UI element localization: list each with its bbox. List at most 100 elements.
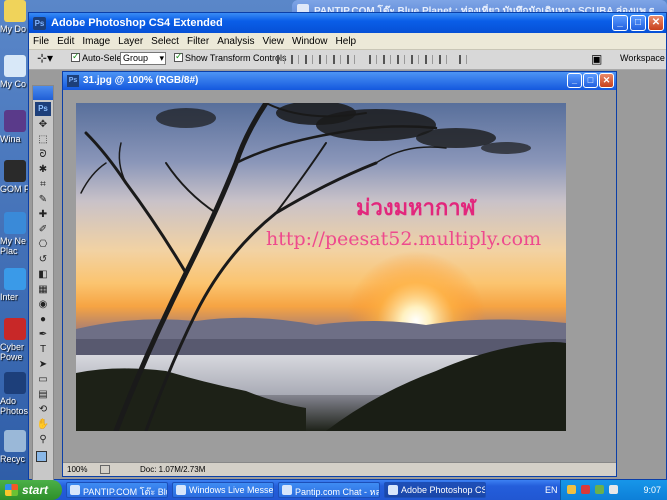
photoshop-titlebar[interactable]: Ps Adobe Photoshop CS4 Extended _ □ ✕ [29, 13, 666, 33]
messenger-tray-icon[interactable] [567, 485, 576, 494]
image-canvas[interactable]: ม่วงมหากาฬ http://peesat52.multiply.com [76, 103, 566, 431]
workspace-switcher-icon[interactable]: ▣ [591, 52, 602, 66]
taskbar-app-icon [388, 485, 398, 495]
dodge-tool-icon[interactable]: ● [36, 314, 50, 326]
document-titlebar[interactable]: Ps 31.jpg @ 100% (RGB/8#) _ □ ✕ [63, 72, 616, 90]
marquee-tool-icon[interactable]: ⬚ [36, 134, 50, 146]
desktop-icon-glyph [4, 318, 26, 340]
desktop-icon[interactable]: Inter [0, 268, 30, 302]
gradient-tool-icon[interactable]: ▦ [36, 284, 50, 296]
eyedropper-tool-icon[interactable]: ✎ [36, 194, 50, 206]
far-mountain-ridge [76, 317, 566, 339]
sunrise-photo: ม่วงมหากาฬ http://peesat52.multiply.com [76, 103, 566, 431]
document-close-button[interactable]: ✕ [599, 73, 614, 88]
desktop-icon[interactable]: Recyc [0, 430, 30, 464]
tree-foliage [156, 103, 531, 154]
desktop-icon-label: Recyc [0, 454, 26, 464]
document-minimize-button[interactable]: _ [567, 73, 582, 88]
pen-tool-icon[interactable]: ✒ [36, 329, 50, 341]
desktop-icon[interactable]: My Co [0, 55, 30, 89]
brush-tool-icon[interactable]: ✐ [36, 224, 50, 236]
menu-select[interactable]: Select [147, 33, 183, 47]
taskbar-app-icon [282, 485, 292, 495]
align-left-icon[interactable] [319, 55, 327, 64]
taskbar-button[interactable]: Adobe Photoshop CS... [384, 482, 486, 498]
taskbar-button[interactable]: Pantip.com Chat - หล... [278, 482, 380, 498]
desktop-icon[interactable]: My Ne Plac [0, 212, 30, 256]
align-center-icon[interactable] [333, 55, 341, 64]
desktop-icon[interactable]: Ado Photosh [0, 372, 34, 416]
clock[interactable]: 9:07 [643, 485, 661, 495]
maximize-button[interactable]: □ [630, 15, 646, 31]
clone-stamp-tool-icon[interactable]: ⎔ [36, 239, 50, 251]
path-selection-tool-icon[interactable]: ➤ [36, 359, 50, 371]
workspace-button[interactable]: Workspace ▾ [620, 53, 667, 64]
desktop-icon-glyph [4, 160, 26, 182]
desktop-icon[interactable]: Cyber Powe [0, 318, 30, 362]
align-middle-icon[interactable] [291, 55, 299, 64]
menu-edit[interactable]: Edit [53, 33, 78, 47]
status-menu-icon[interactable] [100, 465, 110, 474]
distribute-bottom-icon[interactable] [397, 55, 405, 64]
auto-align-icon[interactable] [459, 55, 467, 64]
tools-panel-header[interactable] [33, 86, 53, 100]
document-size-info[interactable]: Doc: 1.07M/2.73M [140, 465, 205, 474]
zoom-level[interactable]: 100% [67, 465, 87, 474]
start-label: start [22, 483, 49, 497]
distribute-center-icon[interactable] [425, 55, 433, 64]
menu-bar: File Edit Image Layer Select Filter Analysis Vi… [29, 33, 666, 50]
menu-analysis[interactable]: Analysis [213, 33, 258, 47]
desktop-icon[interactable]: Wina [0, 110, 30, 144]
history-brush-tool-icon[interactable]: ↺ [36, 254, 50, 266]
distribute-middle-icon[interactable] [383, 55, 391, 64]
shape-tool-icon[interactable]: ▭ [36, 374, 50, 386]
type-tool-icon[interactable]: T [36, 344, 50, 356]
distribute-left-icon[interactable] [411, 55, 419, 64]
desktop-icon-label: Ado Photosh [0, 396, 34, 416]
menu-window[interactable]: Window [288, 33, 332, 47]
3d-rotate-tool-icon[interactable]: ⟲ [36, 404, 50, 416]
minimize-button[interactable]: _ [612, 15, 628, 31]
menu-image[interactable]: Image [78, 33, 114, 47]
zoom-tool-icon[interactable]: ⚲ [36, 434, 50, 446]
healing-brush-tool-icon[interactable]: ✚ [36, 209, 50, 221]
menu-help[interactable]: Help [332, 33, 361, 47]
taskbar-button-label: Adobe Photoshop CS... [401, 485, 486, 495]
show-transform-checkbox[interactable]: Show Transform Controls [174, 51, 287, 63]
hand-tool-icon[interactable]: ✋ [36, 419, 50, 431]
volume-tray-icon[interactable] [609, 485, 618, 494]
eraser-tool-icon[interactable]: ◧ [36, 269, 50, 281]
align-right-icon[interactable] [347, 55, 355, 64]
taskbar-button-label: Pantip.com Chat - หล... [295, 487, 380, 497]
distribute-top-icon[interactable] [369, 55, 377, 64]
align-top-icon[interactable] [277, 55, 285, 64]
menu-view[interactable]: View [258, 33, 288, 47]
lasso-tool-icon[interactable]: ᘐ [36, 149, 50, 161]
move-tool-preset-icon[interactable]: ⊹▾ [37, 51, 53, 65]
blur-tool-icon[interactable]: ◉ [36, 299, 50, 311]
align-bottom-icon[interactable] [305, 55, 313, 64]
start-button[interactable]: start [0, 480, 62, 500]
desktop-icon[interactable]: GOM F [0, 160, 30, 194]
photoshop-title: Adobe Photoshop CS4 Extended [51, 17, 223, 29]
menu-layer[interactable]: Layer [114, 33, 147, 47]
auto-select-dropdown[interactable]: Group [120, 52, 166, 65]
language-indicator[interactable]: EN [545, 485, 558, 495]
distribute-right-icon[interactable] [439, 55, 447, 64]
antivirus-tray-icon[interactable] [581, 485, 590, 494]
tools-ps-logo: Ps [35, 102, 51, 116]
crop-tool-icon[interactable]: ⌗ [36, 179, 50, 191]
network-tray-icon[interactable] [595, 485, 604, 494]
photoshop-window: Ps Adobe Photoshop CS4 Extended _ □ ✕ Fi… [28, 12, 667, 481]
foreground-color-swatch[interactable] [36, 451, 47, 462]
close-button[interactable]: ✕ [648, 15, 664, 31]
menu-filter[interactable]: Filter [183, 33, 213, 47]
desktop-icon[interactable]: My Do [0, 0, 30, 34]
taskbar-button[interactable]: Windows Live Messen... [172, 482, 274, 498]
notes-tool-icon[interactable]: ▤ [36, 389, 50, 401]
document-maximize-button[interactable]: □ [583, 73, 598, 88]
taskbar-button[interactable]: PANTIP.COM โต๊ะ Blu... [66, 482, 168, 498]
magic-wand-tool-icon[interactable]: ✱ [36, 164, 50, 176]
menu-file[interactable]: File [29, 33, 53, 47]
move-tool-icon[interactable]: ✥ [36, 119, 50, 131]
